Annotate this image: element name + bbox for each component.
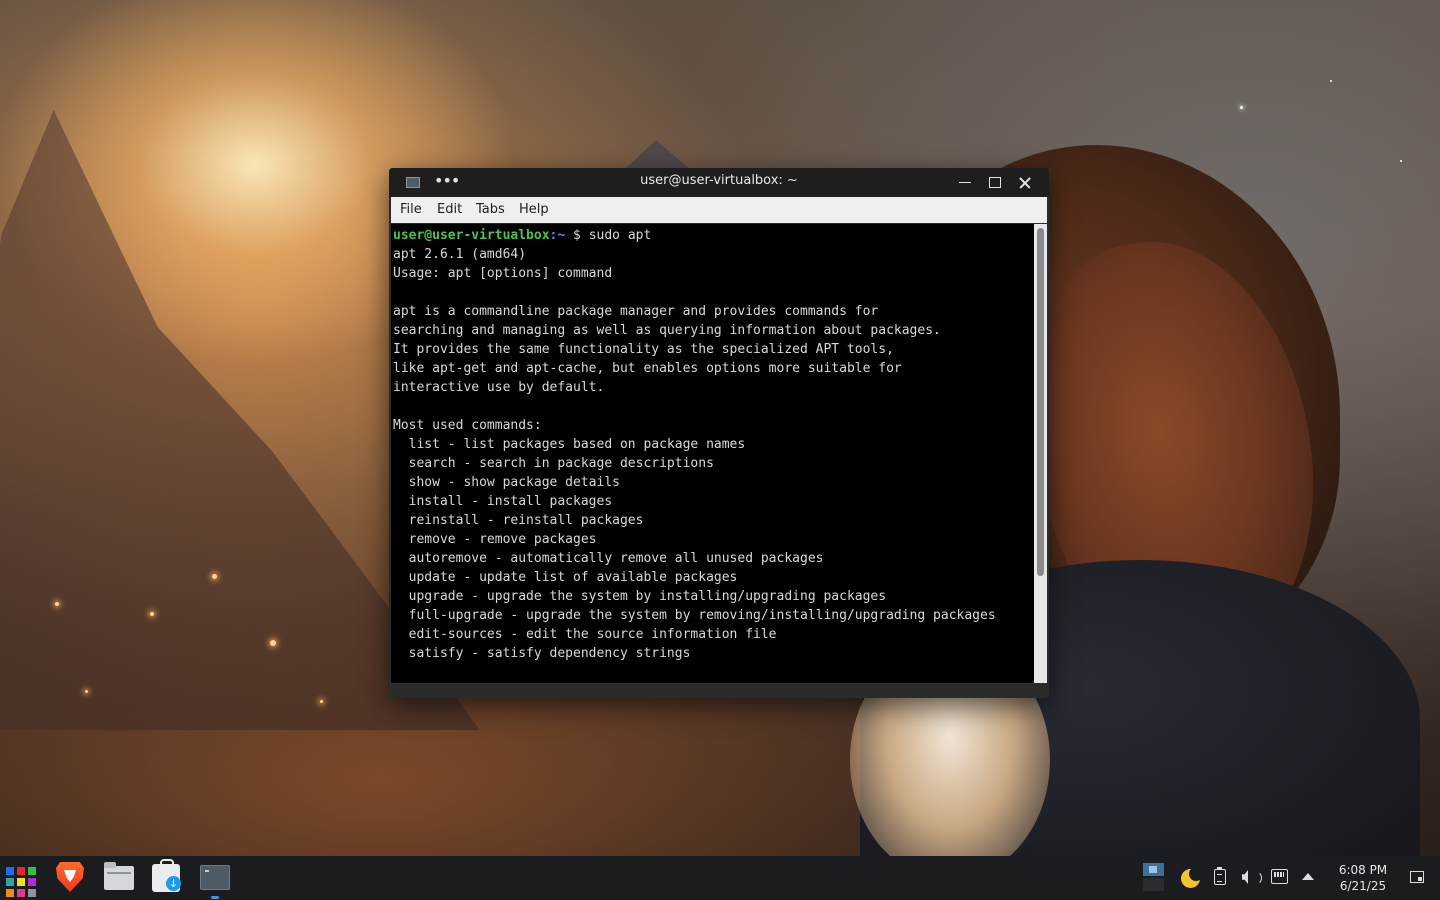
terminal-output: apt 2.6.1 (amd64) Usage: apt [options] c… [393, 247, 996, 661]
app-launcher-icon[interactable] [6, 862, 40, 897]
clock[interactable]: 6:08 PM 6/21/25 [1330, 862, 1396, 894]
menu-file[interactable]: File [400, 202, 422, 217]
wallpaper-spark [85, 690, 88, 693]
desktop-2[interactable] [1143, 878, 1164, 891]
terminal-output-area[interactable]: user@user-virtualbox:~ $ sudo apt apt 2.… [391, 224, 1034, 683]
wallpaper-star [1330, 80, 1332, 82]
prompt-symbol: $ [573, 228, 581, 243]
window-bottom-border [389, 683, 1049, 698]
scrollbar-thumb[interactable] [1037, 228, 1044, 576]
menu-edit[interactable]: Edit [437, 202, 462, 217]
minimize-button[interactable] [955, 173, 975, 191]
show-desktop-icon[interactable] [1410, 871, 1424, 883]
wallpaper-spark [212, 574, 217, 579]
tray-expand-icon[interactable] [1302, 873, 1314, 880]
wallpaper-spark [55, 602, 59, 606]
network-icon[interactable] [1271, 869, 1288, 884]
pager-icon[interactable] [1143, 863, 1164, 891]
clipboard-icon[interactable] [1214, 867, 1226, 885]
brave-browser-icon[interactable] [56, 862, 84, 892]
close-button[interactable] [1015, 173, 1035, 191]
window-titlebar[interactable]: ••• user@user-virtualbox: ~ [389, 168, 1049, 197]
prompt-path: :~ [549, 228, 566, 243]
clock-date: 6/21/25 [1339, 879, 1387, 893]
file-manager-icon[interactable] [104, 862, 134, 890]
clock-time: 6:08 PM [1338, 863, 1388, 877]
prompt-user: user@user-virtualbox [393, 228, 550, 243]
terminal-scrollbar[interactable] [1034, 224, 1047, 683]
terminal-window[interactable]: ••• user@user-virtualbox: ~ File Edit Ta… [389, 168, 1049, 698]
download-badge-icon: ↓ [166, 876, 181, 891]
menubar: File Edit Tabs Help [391, 197, 1047, 223]
wallpaper-star [1240, 106, 1243, 109]
taskbar: ↓ 6:08 PM 6/21/25 [0, 856, 1440, 900]
menu-tabs[interactable]: Tabs [476, 202, 505, 217]
active-app-indicator [211, 896, 219, 899]
terminal-icon[interactable] [200, 865, 230, 890]
night-light-icon[interactable] [1181, 867, 1203, 888]
terminal-text: user@user-virtualbox:~ $ sudo apt apt 2.… [391, 224, 1034, 663]
menu-help[interactable]: Help [519, 202, 549, 217]
wallpaper-spark [320, 700, 323, 703]
maximize-button[interactable] [985, 173, 1005, 191]
window-title: user@user-virtualbox: ~ [640, 173, 798, 188]
desktop-1[interactable] [1143, 863, 1164, 876]
wallpaper-star [1400, 160, 1402, 162]
terminal-command: sudo apt [588, 228, 652, 243]
wallpaper-spark [150, 612, 154, 616]
wallpaper-spark [270, 640, 276, 646]
